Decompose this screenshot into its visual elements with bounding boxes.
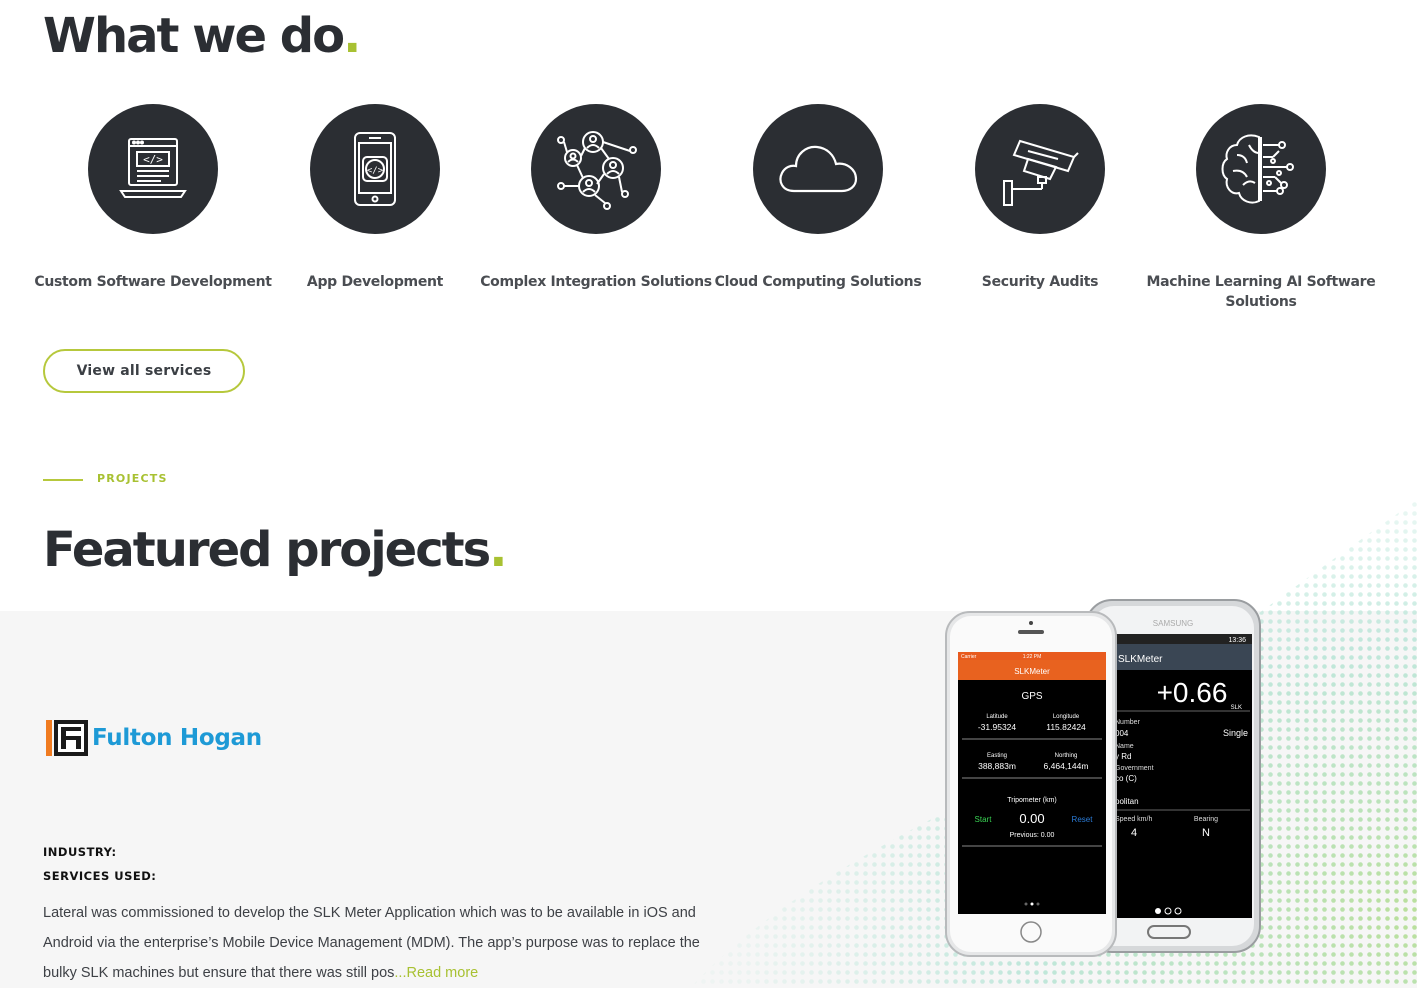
projects-eyebrow: PROJECTS	[97, 472, 168, 485]
project-description-text: Lateral was commissioned to develop the …	[43, 905, 700, 981]
cloud-icon	[753, 104, 883, 234]
service-card-complex-integration[interactable]: Complex Integration Solutions	[476, 104, 716, 292]
samsung-big-unit: SLK	[1231, 705, 1242, 711]
software-development-icon: </>	[88, 104, 218, 234]
iphone-previous: Previous: 0.00	[1010, 832, 1055, 839]
service-label: Machine Learning AI Software Solutions	[1146, 274, 1376, 310]
ai-brain-icon	[1196, 104, 1326, 234]
samsung-status-time: 13:36	[1228, 637, 1246, 644]
section-title: What we do.	[43, 6, 361, 66]
eyebrow-divider	[43, 479, 83, 481]
service-label: Security Audits	[981, 274, 1099, 290]
project-description: Lateral was commissioned to develop the …	[43, 898, 703, 988]
samsung-bearing-label: Bearing	[1194, 816, 1218, 823]
featured-projects-title-text: Featured projects	[43, 522, 491, 578]
featured-projects-title: Featured projects.	[43, 519, 507, 581]
iphone-north-value: 6,464,144m	[1044, 761, 1089, 771]
service-card-app-development[interactable]: </> App Development	[255, 104, 495, 292]
iphone-east-value: 388,883m	[978, 761, 1016, 771]
svg-text:</>: </>	[367, 166, 384, 176]
iphone-status-left: Carrier	[961, 654, 977, 660]
samsung-row: Government	[1115, 765, 1154, 772]
samsung-app-title: SLKMeter	[1118, 654, 1163, 665]
samsung-speed-label: Speed km/h	[1115, 816, 1152, 823]
samsung-bearing-value: N	[1202, 827, 1210, 839]
service-label: App Development	[306, 274, 444, 290]
services-used-label: SERVICES USED:	[43, 869, 157, 883]
samsung-row: Number	[1115, 719, 1141, 726]
service-label: Cloud Computing Solutions	[714, 274, 922, 290]
iphone-app-title: SLKMeter	[1014, 667, 1050, 676]
industry-label: INDUSTRY:	[43, 845, 117, 859]
iphone-start: Start	[975, 815, 993, 824]
iphone-trip-value: 0.00	[1019, 811, 1044, 826]
samsung-row: y Rd	[1115, 752, 1131, 761]
section-title-text: What we do	[43, 8, 345, 64]
iphone-reset: Reset	[1072, 815, 1094, 824]
iphone-trip-label: Tripometer (km)	[1007, 797, 1057, 804]
samsung-row: co (C)	[1115, 774, 1137, 783]
iphone-east-label: Easting	[987, 753, 1007, 759]
samsung-brand: SAMSUNG	[1153, 619, 1193, 628]
iphone-lon-label: Longitude	[1053, 714, 1080, 720]
iphone-north-label: Northing	[1055, 753, 1078, 759]
iphone-section: GPS	[1021, 691, 1042, 702]
service-card-cloud-computing[interactable]: Cloud Computing Solutions	[698, 104, 938, 292]
view-all-services-button[interactable]: View all services	[43, 349, 245, 393]
samsung-speed-value: 4	[1131, 827, 1137, 839]
security-camera-icon	[975, 104, 1105, 234]
service-card-machine-learning[interactable]: Machine Learning AI Software Solutions	[1141, 104, 1381, 312]
project-phones-image: SAMSUNG 13:36 SLKMeter +0.66 SLK Number …	[945, 599, 1261, 957]
read-more-link[interactable]: ...Read more	[394, 965, 478, 981]
client-logo-text: Fulton Hogan	[92, 725, 262, 751]
iphone-lat-value: -31.95324	[978, 722, 1017, 732]
svg-text:</>: </>	[143, 153, 163, 166]
service-card-security-audits[interactable]: Security Audits	[920, 104, 1160, 292]
iphone-lon-value: 115.82424	[1046, 722, 1086, 732]
iphone-phone: Carrier 1:22 PM SLKMeter GPS Latitude -3…	[945, 611, 1117, 957]
iphone-status-time: 1:22 PM	[1023, 654, 1042, 660]
samsung-single: Single	[1223, 728, 1248, 738]
service-label: Complex Integration Solutions	[480, 274, 712, 290]
title-accent-dot: .	[343, 8, 361, 64]
service-card-custom-software[interactable]: </> Custom Software Development	[33, 104, 273, 292]
client-logo: Fulton Hogan	[46, 720, 262, 756]
title-accent-dot: .	[489, 522, 507, 578]
samsung-big-value: +0.66	[1157, 677, 1228, 708]
network-integration-icon	[531, 104, 661, 234]
samsung-row: Name	[1115, 743, 1134, 750]
iphone-lat-label: Latitude	[986, 714, 1008, 720]
samsung-row: politan	[1115, 797, 1139, 806]
mobile-app-icon: </>	[310, 104, 440, 234]
service-label: Custom Software Development	[34, 274, 272, 290]
samsung-row: 004	[1115, 729, 1129, 738]
fulton-hogan-logo-mark	[46, 720, 88, 756]
